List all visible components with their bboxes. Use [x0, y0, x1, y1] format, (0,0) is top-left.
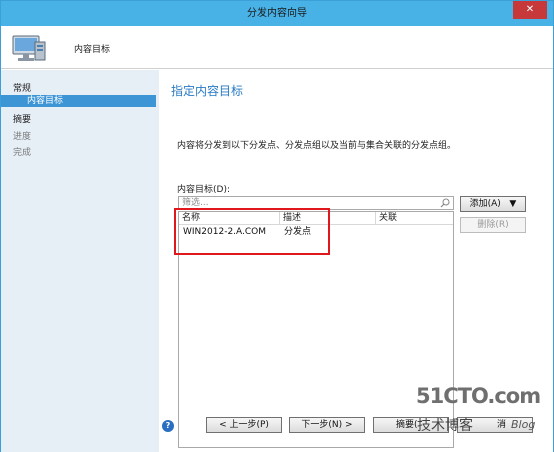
highlight-box	[174, 208, 330, 255]
sidebar-item-label: 内容目标	[27, 96, 64, 106]
dropdown-arrow-icon: ▼	[503, 199, 517, 209]
sidebar-item-progress: 进度	[13, 132, 32, 142]
back-button[interactable]: < 上一步(P)	[206, 417, 282, 433]
watermark-blog: Blog	[511, 418, 536, 431]
search-icon	[440, 198, 450, 208]
add-button[interactable]: 添加(A) ▼	[460, 196, 526, 212]
list-label: 内容目标(D):	[177, 185, 230, 195]
header-title: 内容目标	[74, 45, 111, 55]
column-header-association[interactable]: 关联	[376, 212, 453, 225]
wizard-window: 分发内容向导 ✕ 内容目标 常规 内容目标 摘要 进度 完成 指定内容目标 内容…	[0, 0, 554, 452]
sidebar-item-content-destination[interactable]	[1, 95, 156, 107]
watermark-subtitle: 技术博客	[417, 418, 473, 434]
window-title: 分发内容向导	[247, 8, 307, 19]
computer-icon	[12, 35, 46, 61]
help-icon[interactable]: ?	[162, 420, 174, 432]
sidebar-item-completion: 完成	[13, 148, 32, 158]
next-button[interactable]: 下一步(N) >	[289, 417, 365, 433]
title-bar: 分发内容向导 ✕	[1, 1, 553, 26]
description-text: 内容将分发到以下分发点、分发点组以及当前与集合关联的分发点组。	[177, 141, 457, 151]
remove-button[interactable]: 删除(R)	[460, 217, 526, 233]
wizard-sidebar: 常规 内容目标 摘要 进度 完成	[1, 70, 159, 452]
watermark-brand: 51CTO.com	[416, 384, 541, 408]
add-button-label: 添加(A)	[469, 199, 501, 209]
sidebar-item-summary[interactable]: 摘要	[13, 112, 31, 125]
filter-placeholder: 筛选...	[182, 198, 209, 208]
close-button[interactable]: ✕	[513, 1, 547, 19]
wizard-header: 内容目标	[1, 26, 553, 69]
sidebar-item-general[interactable]: 常规	[13, 81, 31, 94]
page-title: 指定内容目标	[171, 84, 244, 98]
